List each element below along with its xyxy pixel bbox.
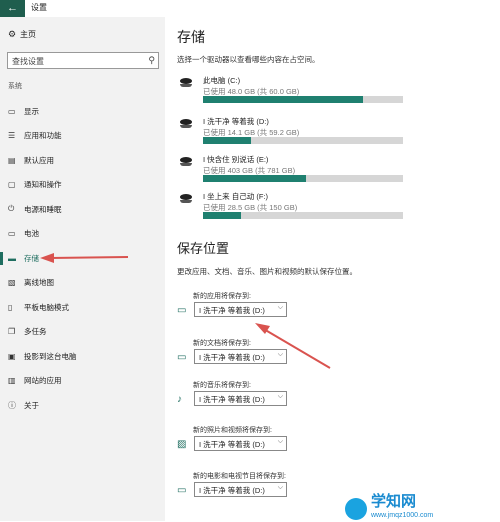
watermark: 学知网 www.jmqz1000.com [345, 493, 434, 522]
watermark-brand: 学知网 [371, 493, 417, 510]
apps-location-pointer-arrow [255, 323, 331, 369]
watermark-logo-icon [345, 497, 367, 520]
watermark-url: www.jmqz1000.com [371, 512, 434, 519]
annotation-arrows [40, 253, 331, 369]
storage-pointer-arrow [40, 253, 129, 263]
